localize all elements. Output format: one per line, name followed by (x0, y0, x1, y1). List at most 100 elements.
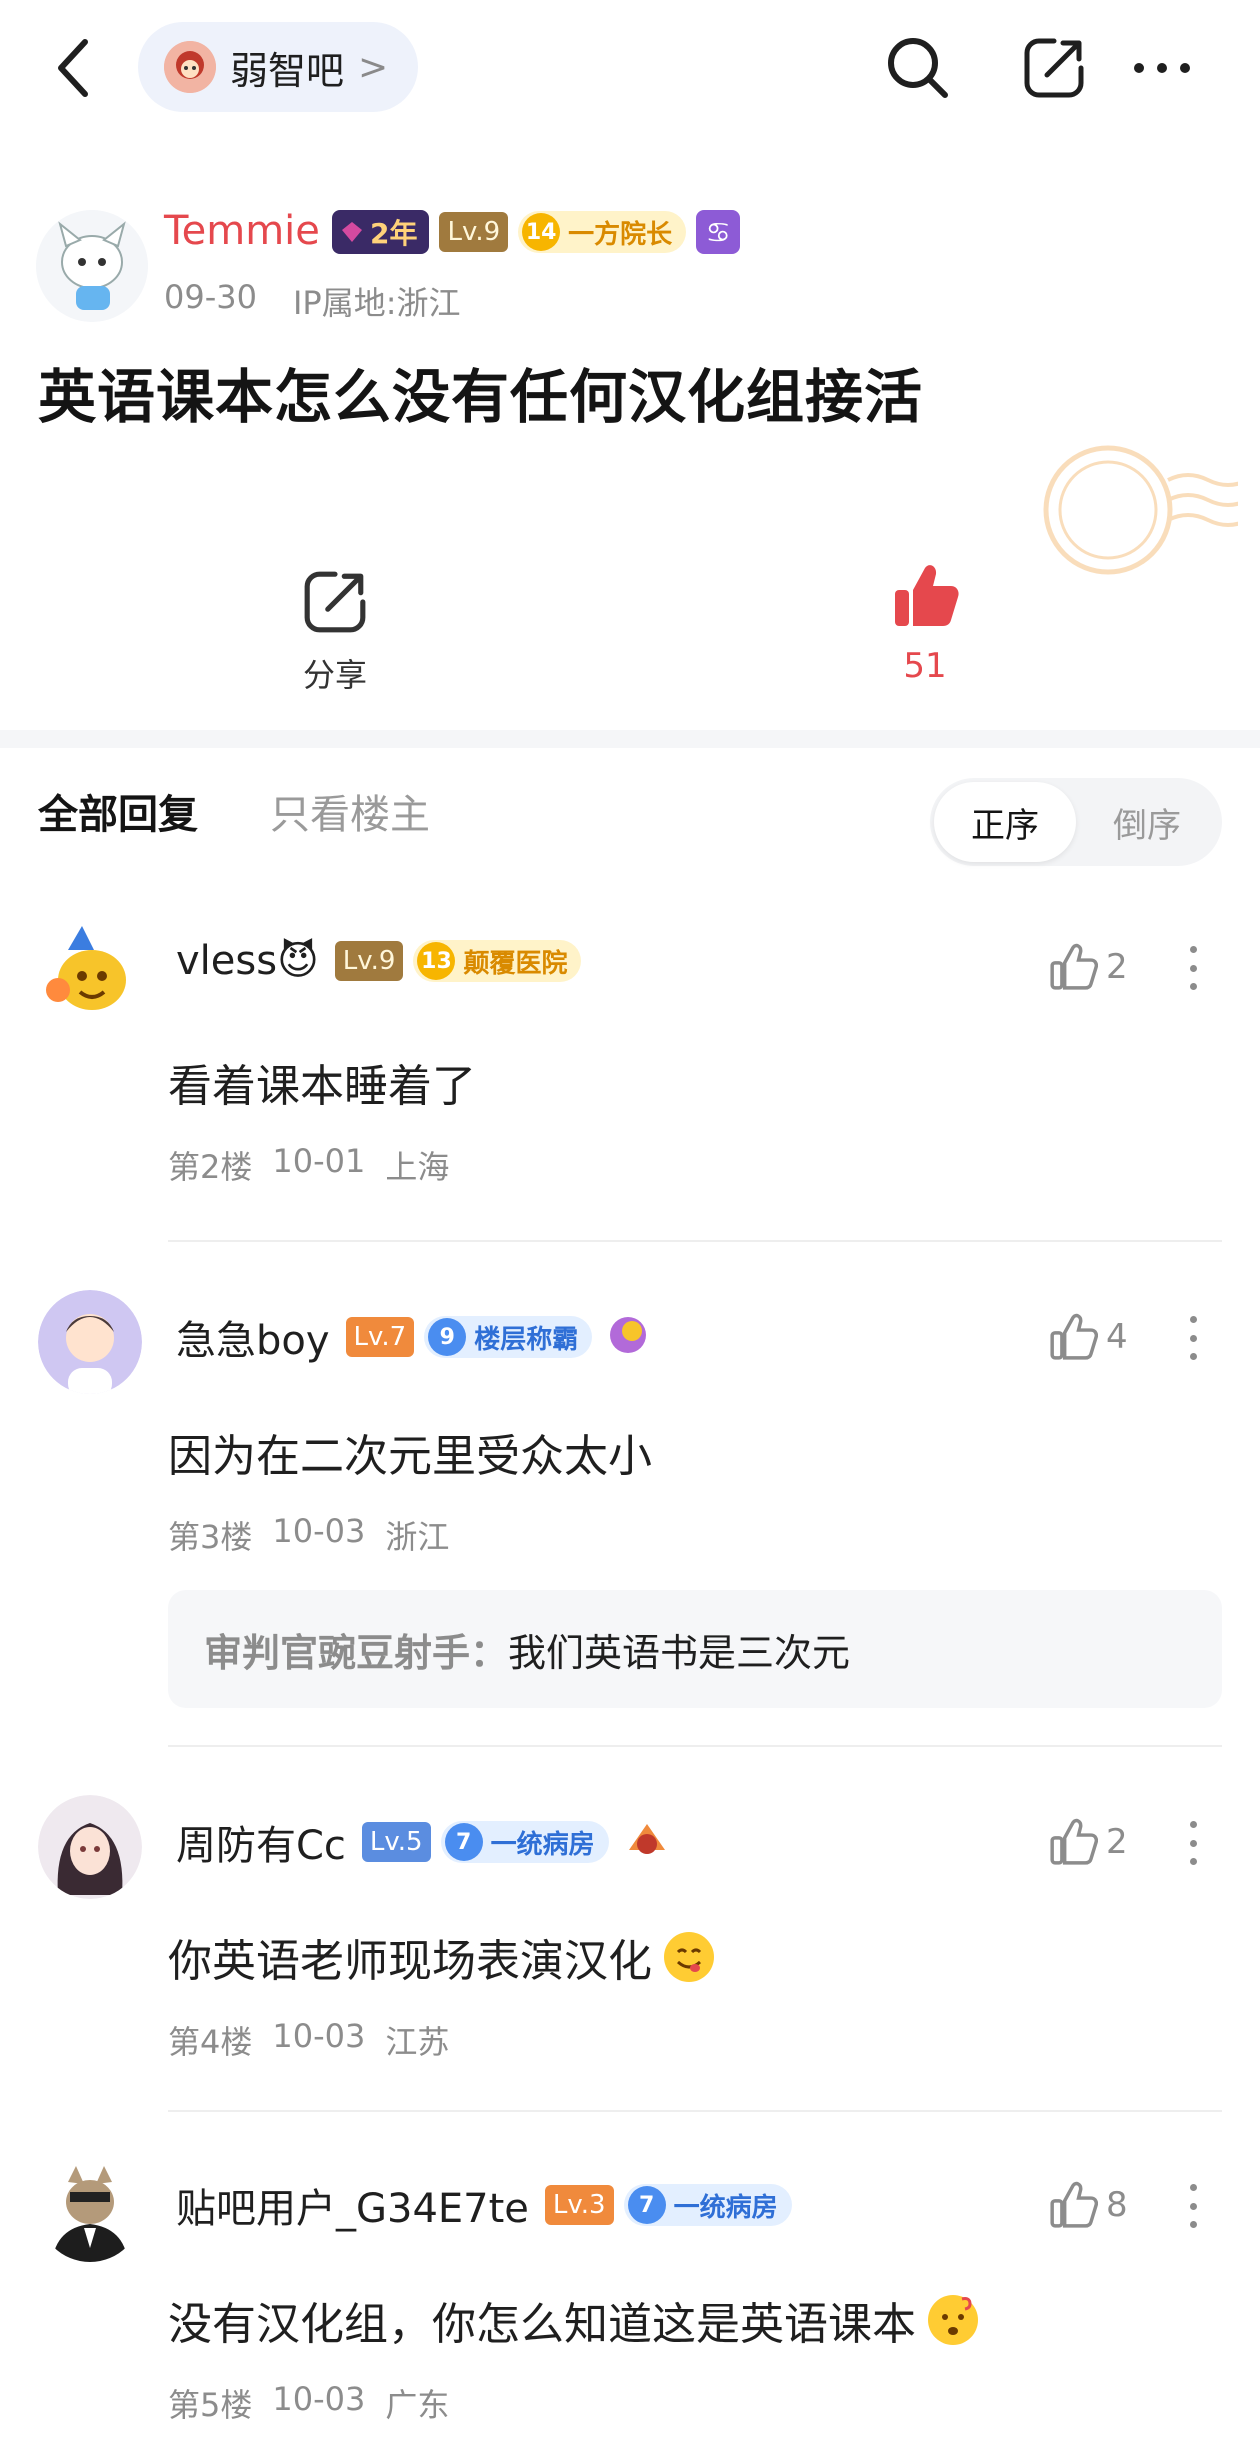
page-title: 英语课本怎么没有任何汉化组接活 (38, 363, 924, 431)
title-badge: 13 颠覆医院 (413, 940, 582, 982)
section-divider (0, 730, 1260, 748)
comment-meta: 第3楼 10-03 浙江 (168, 1512, 449, 1558)
title-badge: 7 一统病房 (440, 1821, 609, 1863)
sort-descending-button[interactable]: 倒序 (1076, 782, 1218, 862)
title-badge: 9 楼层称霸 (424, 1316, 593, 1358)
avatar[interactable] (38, 1795, 142, 1899)
comment-meta: 第4楼 10-03 江苏 (168, 2017, 449, 2063)
share-button[interactable]: 分享 (290, 568, 380, 696)
featured-stamp-icon (1018, 430, 1249, 590)
back-button[interactable] (38, 28, 108, 108)
title-badge: 7 一统病房 (623, 2184, 792, 2226)
comment-author-row: 贴吧用户_G34E7te Lv.3 7 一统病房 (176, 2176, 792, 2234)
sub-reply[interactable]: 审判官豌豆射手： 我们英语书是三次元 (168, 1590, 1222, 1708)
comment-like-count: 2 (1106, 1822, 1128, 1862)
comment-floor: 第5楼 (168, 2386, 253, 2424)
comment-floor: 第4楼 (168, 2023, 253, 2061)
comment-like-count: 2 (1106, 947, 1128, 987)
comment-text: 看着课本睡着了 (168, 1061, 476, 1112)
tab-all-replies[interactable]: 全部回复 (38, 782, 198, 840)
post-meta: 09-30 IP属地:浙江 (164, 278, 461, 324)
divider (168, 1745, 1222, 1747)
tab-owner-only[interactable]: 只看楼主 (270, 782, 430, 840)
forum-link[interactable]: 弱智吧 > (138, 22, 419, 112)
comment-author-row: vless😈 Lv.9 13 颠覆医院 (176, 938, 582, 984)
level-badge: Lv.5 (361, 1822, 431, 1862)
thumbs-up-icon (1050, 943, 1098, 990)
comment-meta: 第2楼 10-01 上海 (168, 1142, 449, 1188)
share-label: 分享 (302, 656, 367, 694)
reply-tabs: 全部回复 只看楼主 (38, 782, 430, 840)
level-badge: Lv.9 (439, 212, 509, 252)
comment-location: 广东 (385, 2386, 450, 2424)
sort-ascending-button[interactable]: 正序 (934, 782, 1076, 862)
author-name[interactable]: Temmie (164, 208, 320, 254)
comment-like-button[interactable]: 8 (1048, 2180, 1128, 2230)
comment-location: 浙江 (385, 1518, 450, 1556)
divider (168, 2110, 1222, 2112)
comment-meta: 第5楼 10-03 广东 (168, 2380, 449, 2426)
more-button[interactable] (1124, 30, 1200, 106)
search-icon (888, 38, 948, 98)
title-badge: 14 一方院长 (518, 211, 687, 253)
comment-like-count: 8 (1106, 2185, 1128, 2225)
divider (168, 1240, 1222, 1242)
share-button-top[interactable] (1016, 30, 1092, 106)
forum-avatar (164, 41, 216, 93)
thinking-emoji-icon (928, 2295, 978, 2345)
avatar[interactable] (38, 1290, 142, 1394)
share-icon (304, 571, 366, 633)
comment-author-row: 周防有Cc Lv.5 7 一统病房 (176, 1813, 669, 1871)
share-icon (1024, 38, 1084, 98)
more-horizontal-icon (1134, 63, 1190, 73)
sub-reply-author[interactable]: 审判官豌豆射手： (204, 1622, 508, 1677)
chevron-left-icon (58, 39, 88, 97)
post-date: 09-30 (164, 278, 257, 316)
comment-author-name[interactable]: 急急boy (176, 1308, 330, 1366)
level-badge: Lv.9 (334, 941, 404, 981)
diamond-icon (342, 222, 362, 242)
post-ip: IP属地:浙江 (292, 284, 461, 322)
more-vertical-icon[interactable] (1178, 1308, 1208, 1368)
comment-text: 没有汉化组，你怎么知道这是英语课本 (168, 2288, 978, 2352)
search-button[interactable] (880, 30, 956, 106)
zodiac-badge: ♋ (696, 210, 741, 254)
comment-author-name[interactable]: vless😈 (176, 938, 319, 984)
member-year-badge: 2年 (332, 210, 430, 254)
post-author: Temmie 2年 Lv.9 14 一方院长 ♋ 09-30 IP属地:浙江 (30, 200, 1230, 330)
thumbs-up-icon (1050, 2181, 1098, 2228)
level-badge: Lv.3 (544, 2185, 614, 2225)
comment-location: 上海 (385, 1148, 450, 1186)
chevron-right-icon: > (358, 46, 389, 88)
comment-floor: 第2楼 (168, 1148, 253, 1186)
yum-emoji-icon (664, 1932, 714, 1982)
medal-icon (608, 1315, 648, 1359)
avatar[interactable] (38, 920, 142, 1024)
avatar[interactable] (36, 210, 148, 322)
comment-text: 你英语老师现场表演汉化 (168, 1925, 714, 1989)
like-count: 51 (903, 646, 947, 686)
comment-like-button[interactable]: 2 (1048, 1817, 1128, 1867)
comment-date: 10-01 (272, 1142, 366, 1180)
avatar[interactable] (38, 2158, 142, 2262)
comment-author-name[interactable]: 贴吧用户_G34E7te (176, 2176, 529, 2234)
sub-reply-text: 我们英语书是三次元 (508, 1630, 851, 1675)
comment-like-button[interactable]: 4 (1048, 1312, 1128, 1362)
comment-like-button[interactable]: 2 (1048, 942, 1128, 992)
author-badges: 2年 Lv.9 14 一方院长 ♋ (332, 210, 741, 254)
forum-name: 弱智吧 (230, 48, 345, 93)
comment-text: 因为在二次元里受众太小 (168, 1431, 652, 1482)
thumbs-up-icon (1050, 1818, 1098, 1865)
more-vertical-icon[interactable] (1178, 2176, 1208, 2236)
comment-floor: 第3楼 (168, 1518, 253, 1556)
comment-author-row: 急急boy Lv.7 9 楼层称霸 (176, 1308, 648, 1366)
comment-author-name[interactable]: 周防有Cc (176, 1813, 346, 1871)
medal-icon (625, 1820, 669, 1864)
level-badge: Lv.7 (345, 1317, 415, 1357)
more-vertical-icon[interactable] (1178, 938, 1208, 998)
comment-location: 江苏 (385, 2023, 450, 2061)
like-button[interactable]: 51 (880, 560, 970, 686)
more-vertical-icon[interactable] (1178, 1813, 1208, 1873)
top-bar: 弱智吧 > (0, 0, 1260, 140)
comment-date: 10-03 (272, 2380, 366, 2418)
